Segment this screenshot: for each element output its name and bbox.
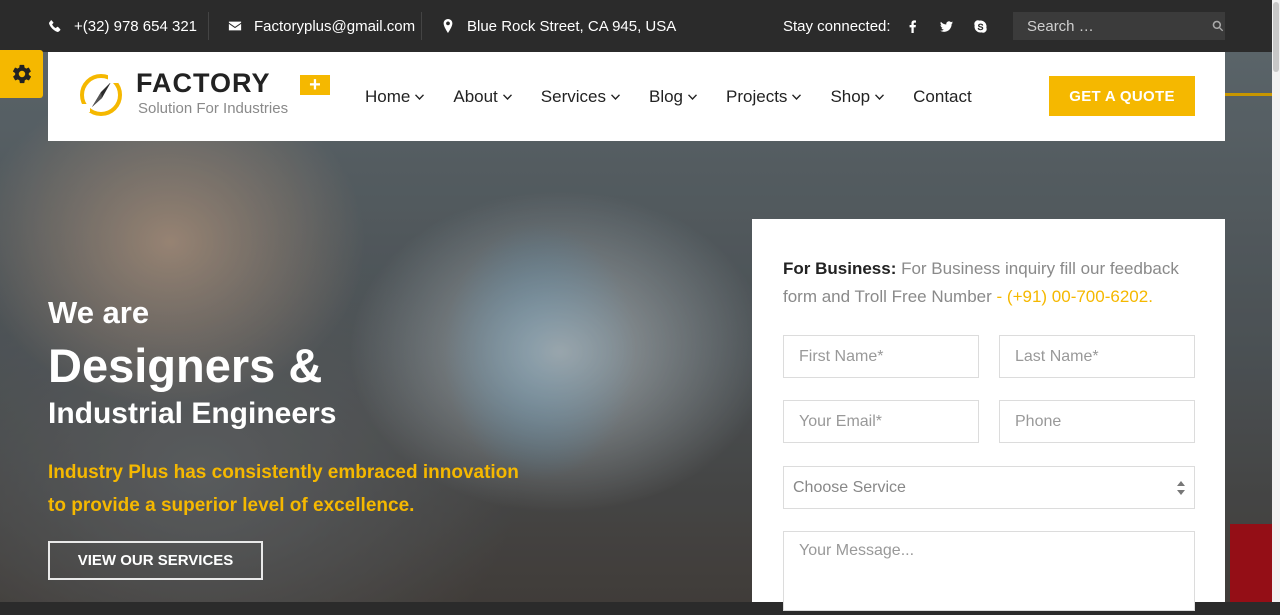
- first-name-field: [783, 335, 979, 378]
- main-nav: Home About Services Blog Projects Shop C…: [365, 52, 1001, 141]
- nav-item-contact[interactable]: Contact: [913, 87, 972, 107]
- divider: [208, 12, 209, 40]
- divider: [421, 12, 422, 40]
- nav-label: About: [453, 86, 498, 106]
- nav-item-services[interactable]: Services: [541, 87, 620, 107]
- hero-line-3: Industrial Engineers: [48, 397, 337, 430]
- accent-line: [1225, 93, 1272, 96]
- phone-field: [999, 400, 1195, 443]
- settings-toggle[interactable]: [0, 50, 43, 98]
- first-name-input[interactable]: [784, 336, 978, 377]
- nav-item-projects[interactable]: Projects: [726, 86, 802, 107]
- nav-label: Shop: [830, 86, 871, 106]
- nav-item-about[interactable]: About: [453, 86, 512, 107]
- nav-label: Contact: [913, 86, 972, 106]
- chevron-down-icon: [875, 93, 885, 100]
- chevron-down-icon: [792, 93, 802, 100]
- search-box: [1013, 12, 1225, 40]
- main-header: FACTORY + Solution For Industries Home A…: [48, 52, 1225, 141]
- business-inquiry-form: For Business: For Business inquiry fill …: [752, 219, 1225, 611]
- site-logo[interactable]: FACTORY + Solution For Industries: [78, 68, 330, 122]
- hero-headline: Designers &: [48, 339, 323, 392]
- chevron-down-icon: [502, 93, 512, 100]
- red-accent: [1230, 524, 1272, 602]
- gear-icon: [12, 64, 31, 84]
- get-quote-button[interactable]: GET A QUOTE: [1049, 76, 1195, 116]
- twitter-icon[interactable]: [939, 18, 955, 34]
- form-intro-label: For Business:: [783, 259, 897, 278]
- last-name-field: [999, 335, 1195, 378]
- hero-description: Industry Plus has consistently embraced …: [48, 462, 519, 516]
- phone-number: +(32) 978 654 321: [74, 17, 198, 35]
- message-field: [783, 531, 1195, 611]
- service-select-value: Choose Service: [793, 478, 906, 496]
- envelope-icon: [228, 21, 242, 31]
- email-address: Factoryplus@gmail.com: [254, 17, 416, 35]
- email-input[interactable]: [784, 401, 978, 442]
- phone-icon: [49, 20, 61, 32]
- view-services-button[interactable]: VIEW OUR SERVICES: [48, 541, 263, 580]
- address-text: Blue Rock Street, CA 945, USA: [467, 17, 677, 35]
- hero-line-1: We are: [48, 295, 150, 330]
- address-contact: Blue Rock Street, CA 945, USA: [441, 0, 676, 52]
- select-arrows-icon: [1177, 480, 1185, 495]
- nav-label: Projects: [726, 86, 788, 106]
- search-icon[interactable]: [1211, 12, 1225, 40]
- last-name-input[interactable]: [1000, 336, 1194, 377]
- stay-connected-label: Stay connected:: [783, 17, 891, 35]
- form-intro: For Business: For Business inquiry fill …: [783, 255, 1193, 311]
- brand-badge: +: [300, 75, 330, 95]
- page-scrollbar[interactable]: [1272, 0, 1280, 602]
- email-contact[interactable]: Factoryplus@gmail.com: [228, 0, 415, 52]
- nav-item-blog[interactable]: Blog: [648, 86, 698, 107]
- message-input[interactable]: [784, 532, 1194, 610]
- nav-item-home[interactable]: Home: [365, 86, 425, 107]
- chevron-down-icon: [415, 93, 425, 100]
- nav-item-shop[interactable]: Shop: [830, 86, 885, 107]
- facebook-icon[interactable]: [905, 18, 921, 34]
- phone-input[interactable]: [1000, 401, 1194, 442]
- chevron-down-icon: [688, 93, 698, 100]
- phone-contact[interactable]: +(32) 978 654 321: [48, 0, 197, 52]
- chevron-down-icon: [610, 93, 620, 100]
- scrollbar-thumb[interactable]: [1273, 2, 1279, 72]
- top-bar: +(32) 978 654 321 Factoryplus@gmail.com …: [0, 0, 1280, 52]
- email-field: [783, 400, 979, 443]
- brand-name: FACTORY: [136, 68, 271, 98]
- nav-label: Services: [540, 86, 606, 106]
- form-intro-phone: - (+91) 00-700-6202.: [991, 287, 1153, 306]
- social-links: Stay connected:: [783, 0, 989, 52]
- nav-label: Blog: [648, 86, 684, 106]
- nav-label: Home: [365, 86, 411, 106]
- search-input[interactable]: [1013, 17, 1211, 35]
- service-select[interactable]: Choose Service: [783, 466, 1195, 509]
- compass-logo-icon: [80, 74, 122, 116]
- brand-tagline: Solution For Industries: [138, 100, 289, 117]
- skype-icon[interactable]: [973, 18, 989, 34]
- map-pin-icon: [443, 19, 453, 33]
